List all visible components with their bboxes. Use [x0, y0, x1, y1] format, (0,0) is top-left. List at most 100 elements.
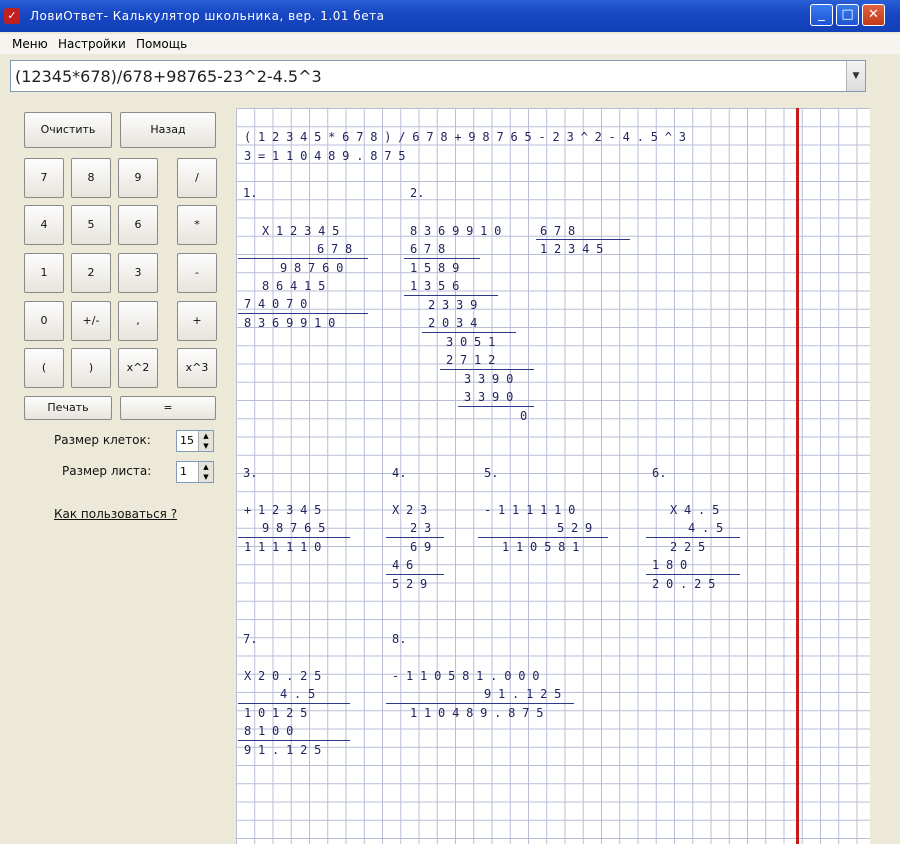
key-right-paren[interactable]: ): [71, 348, 111, 388]
spin-arrows-icon[interactable]: ▲ ▼: [198, 431, 213, 451]
calculation-sheet: [236, 108, 870, 844]
step6-line: 4.5: [688, 521, 731, 535]
spin-arrows-icon[interactable]: ▲ ▼: [198, 462, 213, 482]
sheet-result: 3=110489.875: [244, 149, 413, 163]
step2-line: 1356: [410, 279, 467, 293]
step-label: 1.: [243, 186, 258, 200]
step3-line: +12345: [244, 503, 329, 517]
step8-line: 91.125: [484, 687, 569, 701]
step4-line: X23: [392, 503, 435, 517]
step-label: 8.: [392, 632, 407, 646]
step5-line: -111110: [484, 503, 583, 517]
step4-rule: [386, 537, 444, 538]
menu-bar: Меню Настройки Помощь: [0, 34, 900, 54]
sheet-size-value: 1: [180, 465, 187, 478]
step4-line: 23: [410, 521, 439, 535]
step2-line: 2339: [428, 298, 485, 312]
step3-line: 98765: [262, 521, 333, 535]
step-label: 2.: [410, 186, 425, 200]
maximize-button[interactable]: □: [836, 4, 859, 26]
back-button[interactable]: Назад: [120, 112, 216, 148]
margin-line: [796, 108, 799, 844]
step2-rule: [422, 332, 516, 333]
step1-line: 98760: [280, 261, 351, 275]
key-comma[interactable]: ,: [118, 301, 158, 341]
key-9[interactable]: 9: [118, 158, 158, 198]
step2-rule: [458, 406, 534, 407]
step2-line: 3390: [464, 390, 521, 404]
step2-line: 2034: [428, 316, 485, 330]
step5-line: 110581: [502, 540, 587, 554]
step1-line: 74070: [244, 297, 315, 311]
key-divide[interactable]: /: [177, 158, 217, 198]
step4-line: 529: [392, 577, 435, 591]
key-0[interactable]: 0: [24, 301, 64, 341]
step8-line: 110489.875: [410, 706, 551, 720]
step1-rule: [238, 313, 368, 314]
key-4[interactable]: 4: [24, 205, 64, 245]
key-cube[interactable]: x^3: [177, 348, 217, 388]
step-label: 5.: [484, 466, 499, 480]
chevron-down-icon[interactable]: ▼: [846, 61, 865, 91]
key-6[interactable]: 6: [118, 205, 158, 245]
sheet-expression: (12345*678)/678+98765-23^2-4.5^3: [244, 130, 693, 144]
step7-line: 91.125: [244, 743, 329, 757]
step4-line: 46: [392, 558, 421, 572]
key-plus-minus[interactable]: +/-: [71, 301, 111, 341]
step1-line: 678: [317, 242, 360, 256]
key-1[interactable]: 1: [24, 253, 64, 293]
key-left-paren[interactable]: (: [24, 348, 64, 388]
step1-line: X12345: [262, 224, 347, 238]
step8-line: -110581.000: [392, 669, 547, 683]
key-multiply[interactable]: *: [177, 205, 217, 245]
step7-line: 10125: [244, 706, 315, 720]
step2-line: 3390: [464, 372, 521, 386]
step2-rule: [404, 258, 480, 259]
step2-line: 0: [520, 409, 535, 423]
step1-line: 86415: [262, 279, 333, 293]
step2-quotient: 12345: [540, 242, 611, 256]
key-8[interactable]: 8: [71, 158, 111, 198]
step7-line: X20.25: [244, 669, 329, 683]
step2-rule: [404, 295, 498, 296]
step-label: 7.: [243, 632, 258, 646]
step1-line: 8369910: [244, 316, 343, 330]
step6-line: 180: [652, 558, 695, 572]
print-button[interactable]: Печать: [24, 396, 112, 420]
step7-line: 4.5: [280, 687, 323, 701]
step3-rule: [238, 537, 350, 538]
cell-size-label: Размер клеток:: [54, 433, 151, 447]
key-7[interactable]: 7: [24, 158, 64, 198]
title-bar: ✓ ЛовиОтвет- Калькулятор школьника, вер.…: [0, 0, 900, 32]
key-minus[interactable]: -: [177, 253, 217, 293]
cell-size-spinner[interactable]: 15 ▲ ▼: [176, 430, 214, 452]
step6-rule: [646, 574, 740, 575]
close-button[interactable]: ✕: [862, 4, 885, 26]
key-plus[interactable]: +: [177, 301, 217, 341]
howto-link[interactable]: Как пользоваться ?: [54, 507, 177, 521]
key-square[interactable]: x^2: [118, 348, 158, 388]
step2-line: 8369910: [410, 224, 509, 238]
minimize-button[interactable]: _: [810, 4, 833, 26]
step-label: 3.: [243, 466, 258, 480]
key-3[interactable]: 3: [118, 253, 158, 293]
step6-rule: [646, 537, 740, 538]
menu-item-settings[interactable]: Настройки: [58, 37, 126, 51]
cell-size-value: 15: [180, 434, 194, 447]
step7-line: 8100: [244, 724, 301, 738]
step5-line: 529: [557, 521, 600, 535]
menu-item-help[interactable]: Помощь: [136, 37, 187, 51]
step3-line: 111110: [244, 540, 329, 554]
step2-rule: [536, 239, 630, 240]
sheet-size-spinner[interactable]: 1 ▲ ▼: [176, 461, 214, 483]
clear-button[interactable]: Очистить: [24, 112, 112, 148]
step-label: 4.: [392, 466, 407, 480]
step2-line: 1589: [410, 261, 467, 275]
expression-input[interactable]: (12345*678)/678+98765-23^2-4.5^3 ▼: [10, 60, 866, 92]
key-5[interactable]: 5: [71, 205, 111, 245]
step4-rule: [386, 574, 444, 575]
menu-item-menu[interactable]: Меню: [12, 37, 48, 51]
equals-button[interactable]: =: [120, 396, 216, 420]
step4-line: 69: [410, 540, 439, 554]
key-2[interactable]: 2: [71, 253, 111, 293]
